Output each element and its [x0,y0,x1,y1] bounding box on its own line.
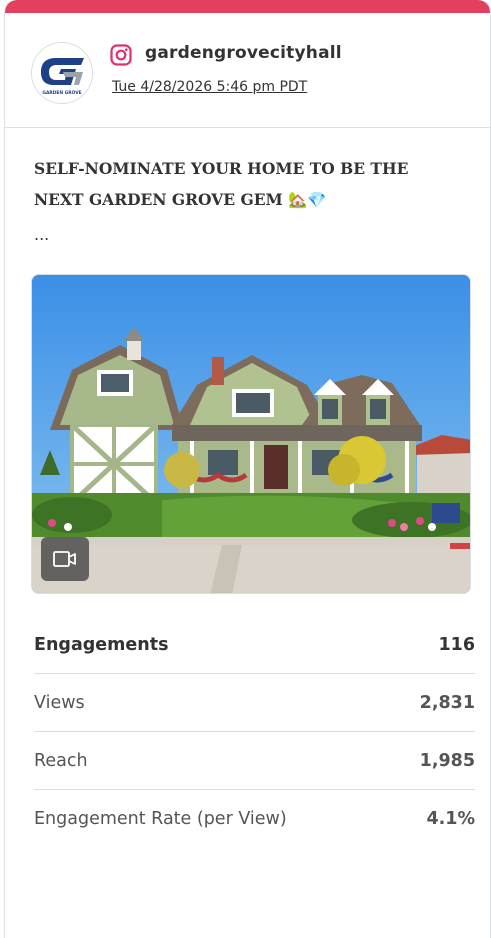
caption-more[interactable]: ... [34,225,49,244]
metric-label: Engagement Rate (per View) [34,809,287,829]
avatar-text: GARDEN GROVE [42,90,81,96]
post-header: GARDEN GROVE gardengrovecityhall Tue 4/2… [5,13,490,128]
video-badge [41,537,89,581]
post-media-thumbnail[interactable] [31,274,471,594]
metric-row-engagements: Engagements 116 [34,616,475,674]
post-timestamp-link[interactable]: Tue 4/28/2026 5:46 pm PDT [112,79,307,95]
metric-value: 1,985 [419,751,475,771]
metric-row-engagement-rate: Engagement Rate (per View) 4.1% [34,790,475,848]
instagram-icon [110,44,132,66]
garden-grove-logo: GARDEN GROVE [32,43,92,103]
avatar[interactable]: GARDEN GROVE [31,42,93,104]
house-photo [32,275,470,593]
metric-value: 2,831 [419,693,475,713]
metric-row-views: Views 2,831 [34,674,475,732]
metric-label: Reach [34,751,88,771]
metric-label: Views [34,693,85,713]
video-icon [53,551,76,567]
accent-bar [5,0,490,13]
metric-value: 4.1% [426,809,475,829]
post-caption: SELF-NOMINATE YOUR HOME TO BE THE NEXT G… [34,159,409,209]
account-name: gardengrovecityhall [145,43,342,63]
metric-value: 116 [438,635,475,655]
post-card: GARDEN GROVE gardengrovecityhall Tue 4/2… [4,0,491,938]
metrics-table: Engagements 116 Views 2,831 Reach 1,985 … [34,616,475,848]
metric-row-reach: Reach 1,985 [34,732,475,790]
metric-label: Engagements [34,635,169,655]
